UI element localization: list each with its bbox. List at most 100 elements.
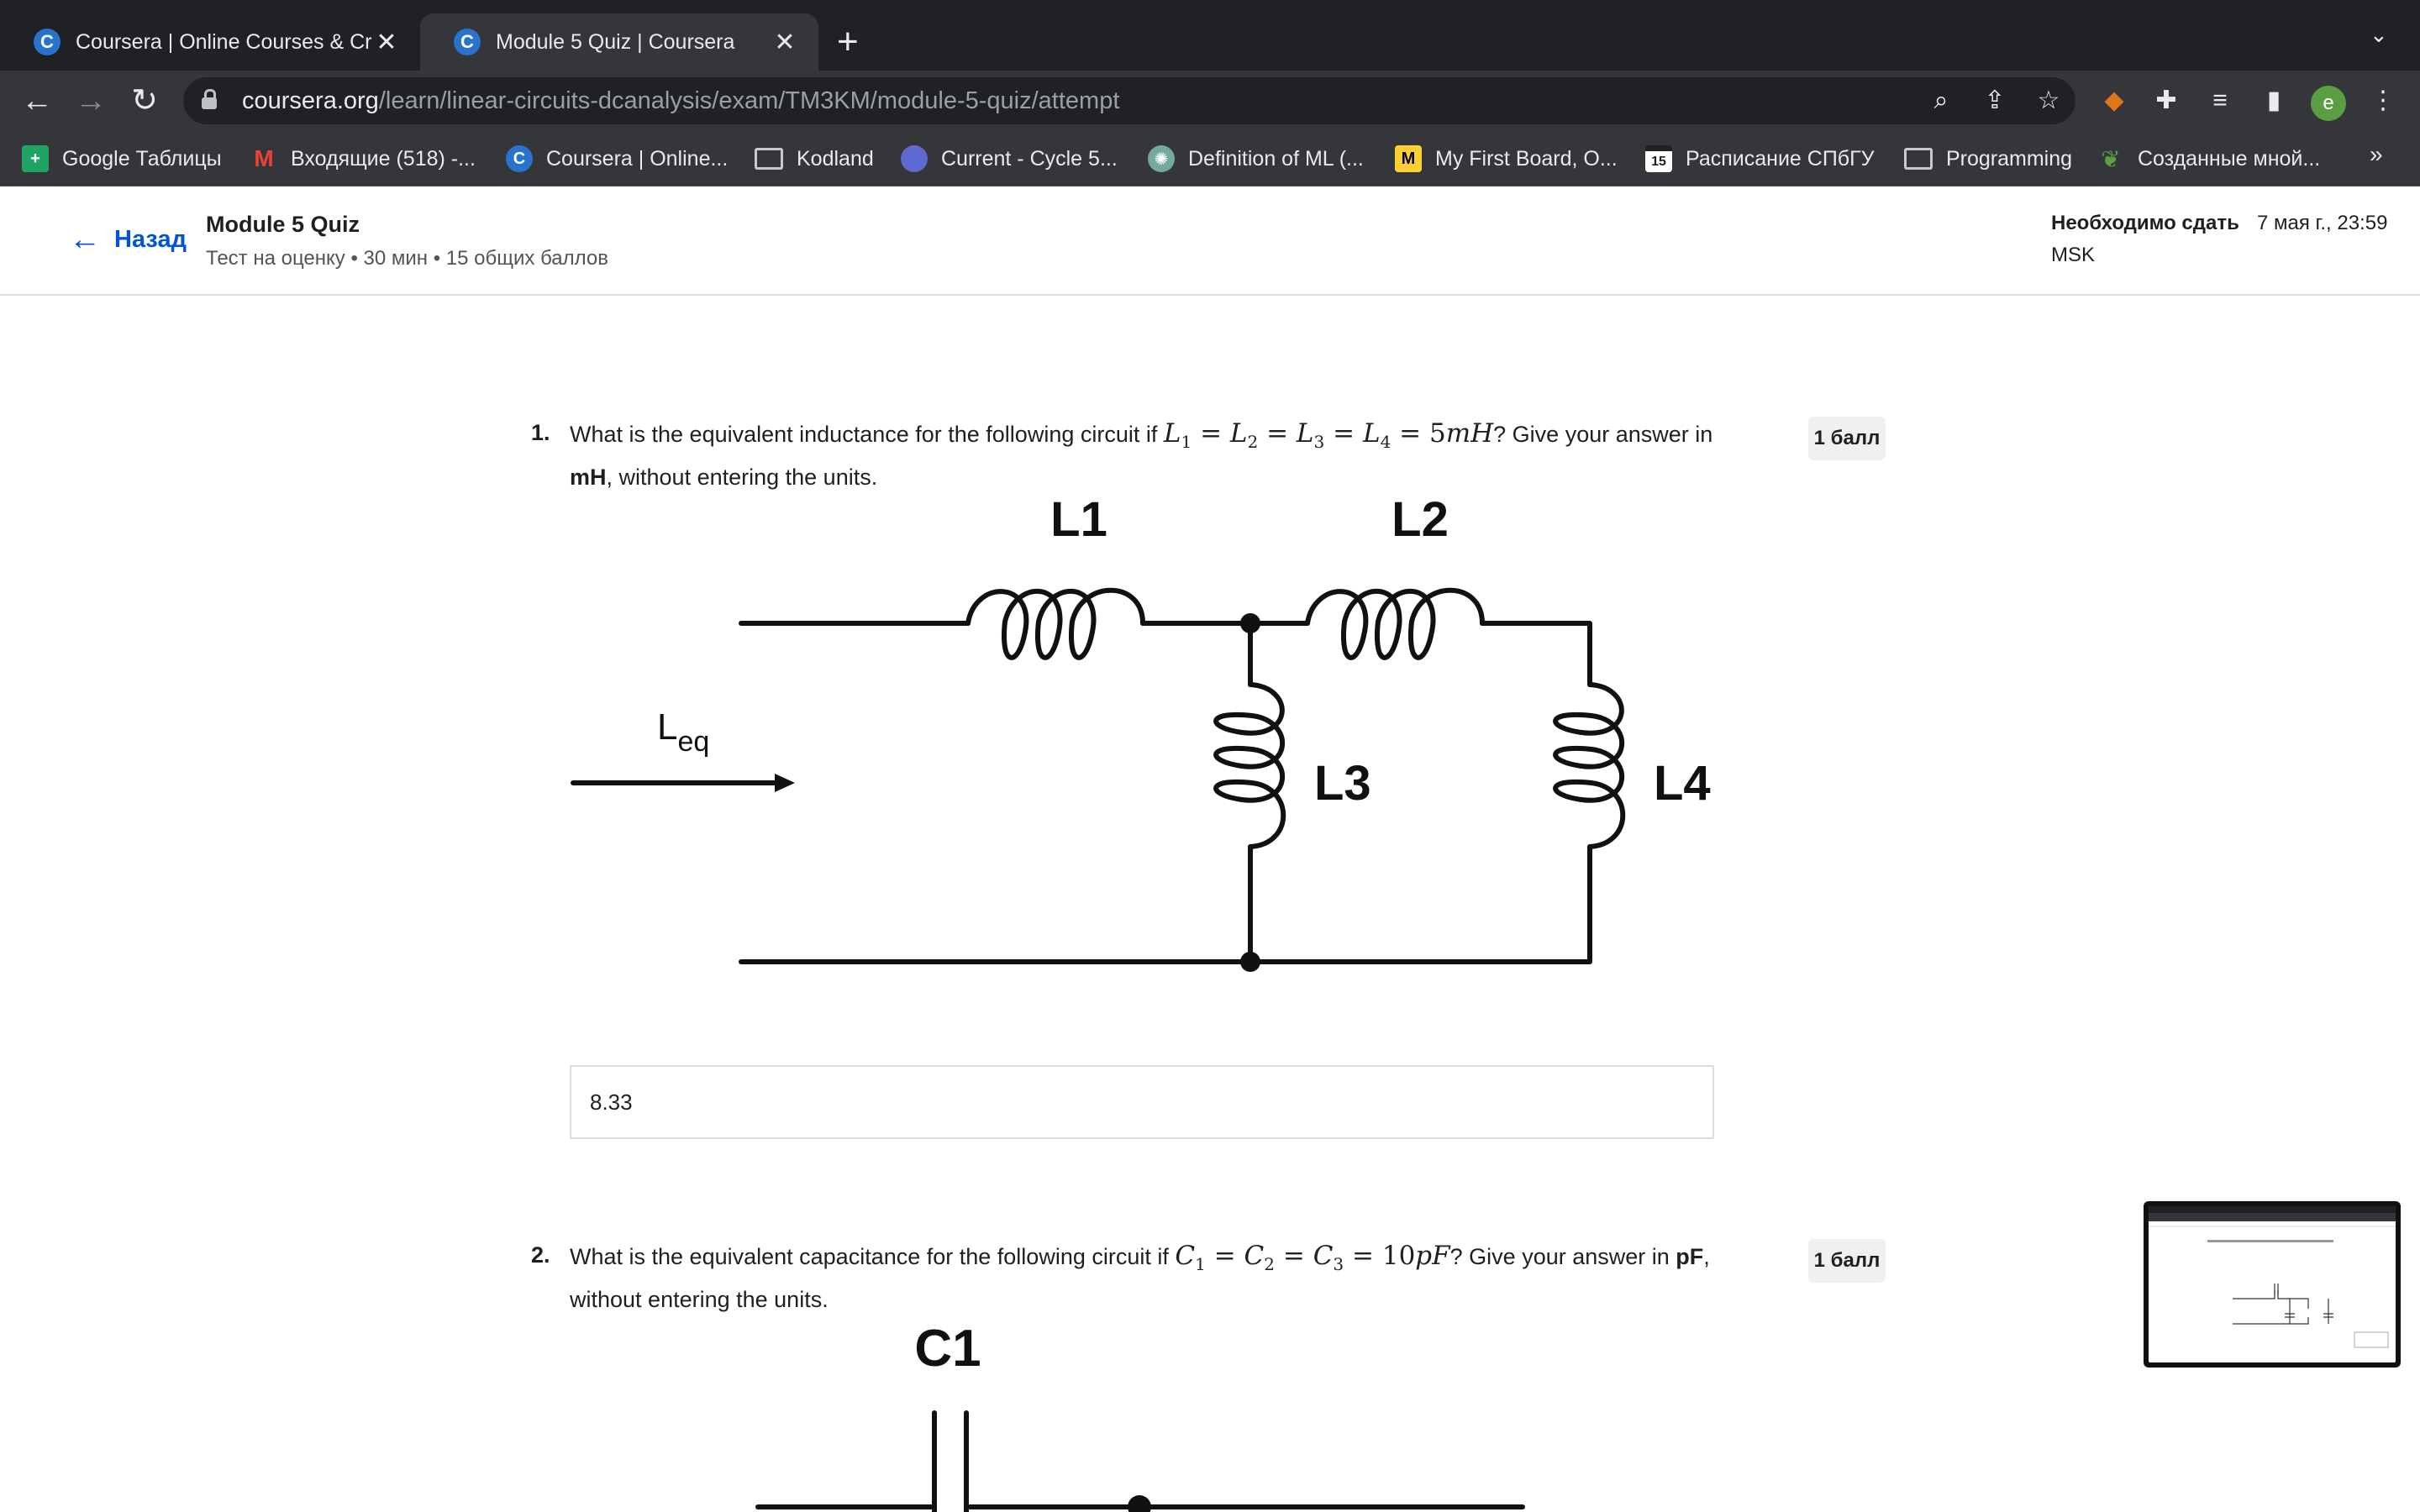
bookmark-item[interactable]: Kodland (755, 143, 874, 175)
browser-toolbar: ← → ↻ coursera.org/learn/linear-circuits… (0, 71, 2420, 131)
folder-icon (1904, 148, 1933, 170)
prompt-text: ? Give your answer in (1493, 422, 1713, 447)
url-path: /learn/linear-circuits-dcanalysis/exam/T… (378, 87, 1120, 114)
leaf-icon: ❦ (2101, 145, 2121, 172)
label-leq-sub: eq (677, 726, 709, 758)
gmail-icon: M (254, 145, 274, 171)
arrow-head (775, 774, 795, 792)
prompt-text: , without entering the units. (606, 465, 878, 491)
label-c1: C1 (914, 1320, 981, 1378)
answer-input[interactable] (570, 1065, 1714, 1139)
screenshot-thumbnail[interactable] (2144, 1201, 2401, 1368)
back-link[interactable]: ← Назад (69, 222, 187, 258)
sheets-icon: + (22, 145, 49, 172)
forward-arrow-icon[interactable]: → (71, 81, 111, 121)
bookmark-item[interactable]: C Coursera | Online... (506, 143, 728, 175)
label-leq: Leq (657, 706, 709, 758)
browser-tab-active[interactable]: C Module 5 Quiz | Coursera ✕ (420, 13, 818, 71)
bookmark-item[interactable]: 15 Расписание СПбГУ (1645, 143, 1875, 175)
node-dot (1240, 952, 1260, 972)
points-badge: 1 балл (1808, 1239, 1886, 1283)
bookmark-star-icon[interactable]: ☆ (2032, 84, 2065, 118)
bookmark-item[interactable]: M My First Board, O... (1395, 143, 1618, 175)
label-l3: L3 (1314, 756, 1371, 811)
lock-icon (202, 89, 217, 109)
quiz-header: ← Назад Module 5 Quiz Тест на оценку • 3… (0, 186, 2420, 296)
bookmark-item[interactable]: + Google Таблицы (22, 143, 222, 175)
thumbnail-image (2149, 1206, 2396, 1348)
tab-title: Coursera | Online Courses & Cr (76, 29, 372, 54)
bookmarks-bar: + Google Таблицы M Входящие (518) -... C… (0, 131, 2420, 186)
label-l1: L1 (1050, 496, 1107, 547)
question-prompt: What is the equivalent inductance for th… (570, 416, 1738, 495)
media-control-icon[interactable]: ≡ (2202, 82, 2238, 119)
bookmark-label: Расписание СПбГУ (1686, 146, 1875, 171)
quiz-subtitle: Тест на оценку • 30 мин • 15 общих балло… (206, 247, 608, 270)
prompt-text: What is the equivalent capacitance for t… (570, 1244, 1176, 1269)
unit-text: pF (1676, 1244, 1704, 1269)
address-bar[interactable]: coursera.org/learn/linear-circuits-dcana… (183, 77, 2075, 124)
coursera-favicon-icon: C (454, 29, 481, 55)
bookmark-item[interactable]: ❦ Созданные мной... (2097, 143, 2320, 175)
close-tab-icon[interactable]: ✕ (771, 28, 798, 57)
prompt-text: What is the equivalent inductance for th… (570, 422, 1164, 447)
thumbnail-preview (2149, 1206, 2396, 1362)
bookmark-label: Definition of ML (... (1188, 146, 1364, 171)
bookmark-item[interactable]: Programming (1904, 143, 2072, 175)
browser-menu-icon[interactable]: ⋮ (2365, 82, 2402, 119)
question-prompt: What is the equivalent capacitance for t… (570, 1238, 1738, 1317)
new-tab-icon[interactable]: + (837, 20, 859, 64)
metamask-extension-icon[interactable]: ◆ (2096, 82, 2133, 119)
tab-search-chevron-icon[interactable]: ⌄ (2370, 22, 2388, 48)
quiz-title: Module 5 Quiz (206, 212, 360, 237)
bookmark-label: Programming (1946, 146, 2073, 171)
close-tab-icon[interactable]: ✕ (373, 28, 400, 57)
linear-icon (901, 145, 928, 172)
arrow-left-icon: ← (69, 222, 101, 257)
url-host: coursera.org (242, 87, 379, 114)
bookmark-label: Google Таблицы (62, 146, 222, 171)
folder-icon (755, 148, 783, 170)
miro-icon: M (1395, 145, 1422, 172)
chatgpt-icon: ✺ (1148, 145, 1175, 172)
due-label: Необходимо сдать (2051, 212, 2239, 234)
label-leq-base: L (657, 706, 677, 748)
bookmark-label: Kodland (797, 146, 874, 171)
bookmark-label: Входящие (518) -... (291, 146, 476, 171)
question-number: 2. (531, 1242, 550, 1268)
calendar-icon: 15 (1645, 145, 1672, 172)
equation: L1 = L2 = L3 = L4 = 5mH (1163, 418, 1494, 453)
share-icon[interactable]: ⇪ (1978, 84, 2012, 118)
back-arrow-icon[interactable]: ← (17, 81, 57, 121)
bookmark-label: Созданные мной... (2138, 146, 2321, 171)
back-label: Назад (114, 226, 187, 253)
label-l4: L4 (1654, 756, 1711, 811)
reload-icon[interactable]: ↻ (124, 81, 165, 121)
profile-avatar[interactable]: e (2311, 86, 2346, 121)
zoom-icon[interactable]: ⌕ (1924, 84, 1958, 118)
question-number: 1. (531, 420, 550, 445)
browser-tab-bar: C Coursera | Online Courses & Cr ✕ C Mod… (0, 0, 2420, 71)
tab-title: Module 5 Quiz | Coursera (496, 29, 735, 54)
node-dot (1240, 613, 1260, 633)
browser-tab[interactable]: C Coursera | Online Courses & Cr ✕ (0, 13, 420, 71)
bookmark-item[interactable]: M Входящие (518) -... (250, 143, 476, 175)
due-date: 7 мая г., 23:59 (2257, 212, 2388, 234)
equation: C1 = C2 = C3 = 10pF (1175, 1241, 1450, 1275)
bookmark-label: My First Board, O... (1435, 146, 1618, 171)
bookmark-label: Current - Cycle 5... (941, 146, 1118, 171)
side-panel-icon[interactable]: ▮ (2255, 82, 2292, 119)
inductor-circuit-diagram: L1 L2 L3 L4 Leq (571, 496, 1711, 972)
unit-text: mH (570, 465, 607, 491)
capacitor-circuit-diagram: C1 (755, 1320, 1525, 1512)
coursera-icon: C (506, 145, 533, 172)
bookmarks-overflow-icon[interactable]: » (2370, 141, 2383, 168)
prompt-text: ? Give your answer in (1449, 1244, 1676, 1269)
points-badge: 1 балл (1808, 417, 1886, 460)
coursera-favicon-icon: C (34, 29, 60, 55)
bookmark-item[interactable]: Current - Cycle 5... (901, 143, 1118, 175)
node-dot (1128, 1495, 1151, 1512)
bookmark-label: Coursera | Online... (546, 146, 729, 171)
extensions-puzzle-icon[interactable]: ✚ (2148, 82, 2185, 119)
bookmark-item[interactable]: ✺ Definition of ML (... (1148, 143, 1364, 175)
